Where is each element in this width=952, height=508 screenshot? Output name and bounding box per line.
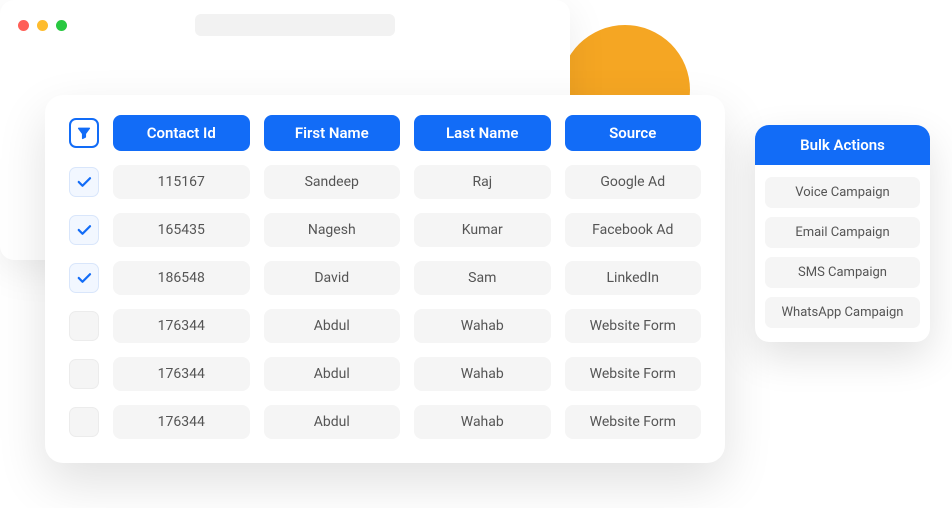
cell-first-name: Abdul <box>264 309 401 343</box>
check-icon <box>75 269 93 287</box>
contacts-table: Contact Id First Name Last Name Source 1… <box>69 115 701 439</box>
bulk-action-voice[interactable]: Voice Campaign <box>765 177 920 208</box>
filter-button[interactable] <box>69 118 99 148</box>
row-checkbox[interactable] <box>69 359 99 389</box>
cell-last-name: Sam <box>414 261 551 295</box>
cell-contact-id: 165435 <box>113 213 250 247</box>
cell-source: Website Form <box>565 309 702 343</box>
row-checkbox[interactable] <box>69 167 99 197</box>
cell-last-name: Raj <box>414 165 551 199</box>
contacts-table-card: Contact Id First Name Last Name Source 1… <box>45 95 725 463</box>
table-row: 176344 Abdul Wahab Website Form <box>69 357 701 391</box>
cell-source: Website Form <box>565 405 702 439</box>
bulk-action-sms[interactable]: SMS Campaign <box>765 257 920 288</box>
cell-last-name: Wahab <box>414 309 551 343</box>
col-header-source[interactable]: Source <box>565 115 702 151</box>
check-icon <box>75 173 93 191</box>
cell-first-name: Abdul <box>264 357 401 391</box>
row-checkbox[interactable] <box>69 215 99 245</box>
cell-contact-id: 176344 <box>113 405 250 439</box>
cell-contact-id: 176344 <box>113 309 250 343</box>
cell-first-name: Abdul <box>264 405 401 439</box>
close-window-dot[interactable] <box>18 20 29 31</box>
row-checkbox[interactable] <box>69 407 99 437</box>
cell-contact-id: 186548 <box>113 261 250 295</box>
table-row: 176344 Abdul Wahab Website Form <box>69 309 701 343</box>
table-header-row: Contact Id First Name Last Name Source <box>69 115 701 151</box>
row-checkbox[interactable] <box>69 263 99 293</box>
address-bar[interactable] <box>195 14 395 36</box>
cell-source: LinkedIn <box>565 261 702 295</box>
minimize-window-dot[interactable] <box>37 20 48 31</box>
cell-last-name: Wahab <box>414 405 551 439</box>
cell-last-name: Kumar <box>414 213 551 247</box>
bulk-actions-panel: Bulk Actions Voice Campaign Email Campai… <box>755 125 930 342</box>
check-icon <box>75 221 93 239</box>
cell-source: Facebook Ad <box>565 213 702 247</box>
maximize-window-dot[interactable] <box>56 20 67 31</box>
bulk-action-email[interactable]: Email Campaign <box>765 217 920 248</box>
bulk-action-whatsapp[interactable]: WhatsApp Campaign <box>765 297 920 328</box>
bulk-actions-list: Voice Campaign Email Campaign SMS Campai… <box>755 165 930 330</box>
cell-contact-id: 176344 <box>113 357 250 391</box>
cell-first-name: David <box>264 261 401 295</box>
table-row: 165435 Nagesh Kumar Facebook Ad <box>69 213 701 247</box>
browser-titlebar <box>0 0 570 50</box>
table-row: 115167 Sandeep Raj Google Ad <box>69 165 701 199</box>
row-checkbox[interactable] <box>69 311 99 341</box>
cell-first-name: Sandeep <box>264 165 401 199</box>
table-row: 176344 Abdul Wahab Website Form <box>69 405 701 439</box>
cell-last-name: Wahab <box>414 357 551 391</box>
col-header-first-name[interactable]: First Name <box>264 115 401 151</box>
bulk-actions-title: Bulk Actions <box>755 125 930 165</box>
cell-source: Website Form <box>565 357 702 391</box>
table-row: 186548 David Sam LinkedIn <box>69 261 701 295</box>
filter-icon <box>76 125 92 141</box>
cell-contact-id: 115167 <box>113 165 250 199</box>
col-header-contact-id[interactable]: Contact Id <box>113 115 250 151</box>
cell-first-name: Nagesh <box>264 213 401 247</box>
cell-source: Google Ad <box>565 165 702 199</box>
col-header-last-name[interactable]: Last Name <box>414 115 551 151</box>
